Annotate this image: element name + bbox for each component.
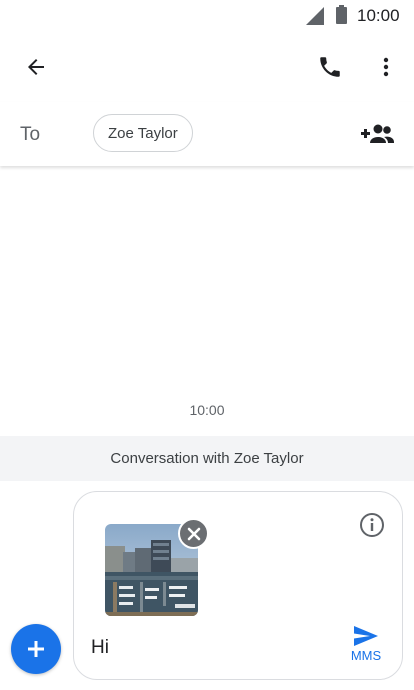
conversation-banner: Conversation with Zoe Taylor: [0, 436, 414, 481]
send-icon: [354, 626, 378, 646]
more-vert-icon: [383, 57, 389, 77]
send-mms-button[interactable]: MMS: [342, 625, 390, 673]
message-timestamp: 10:00: [189, 402, 225, 418]
plus-icon: [28, 641, 44, 657]
recipient-chip-name: Zoe Taylor: [108, 124, 178, 142]
status-bar: 10:00: [0, 0, 414, 32]
conversation-banner-text: Conversation with Zoe Taylor: [110, 450, 304, 467]
to-label: To: [20, 124, 41, 145]
recipient-chip[interactable]: Zoe Taylor: [93, 114, 193, 152]
app-bar: [0, 32, 414, 102]
close-icon: [187, 527, 200, 540]
phone-icon: [320, 57, 340, 77]
remove-attachment-button[interactable]: [178, 518, 209, 549]
compose-box: MMS: [73, 491, 403, 680]
info-button[interactable]: [358, 511, 386, 539]
status-time: 10:00: [357, 6, 400, 25]
back-button[interactable]: [14, 49, 58, 85]
add-person-button[interactable]: [356, 116, 400, 152]
send-type-label: MMS: [350, 648, 382, 663]
recipient-row: To Zoe Taylor: [0, 102, 414, 166]
more-options-button[interactable]: [364, 49, 408, 85]
info-icon: [360, 513, 384, 537]
attach-button[interactable]: [11, 624, 61, 674]
add-person-icon: [361, 124, 394, 143]
message-input[interactable]: [91, 634, 321, 662]
arrow-back-icon: [28, 59, 44, 75]
signal-icon: [306, 7, 324, 25]
call-button[interactable]: [308, 49, 352, 85]
battery-icon: [336, 5, 347, 24]
